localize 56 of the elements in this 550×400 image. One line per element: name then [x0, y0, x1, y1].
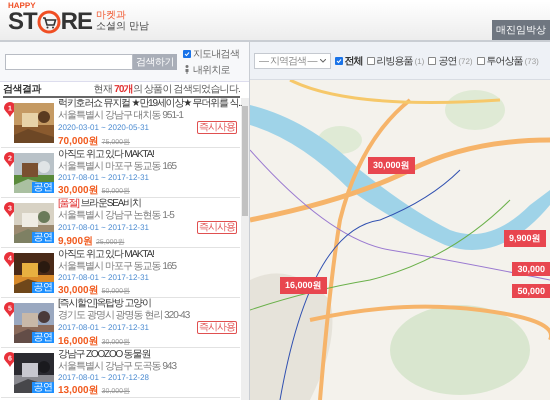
item-address: 서울특별시 강남구 대치동 951-1: [58, 110, 184, 120]
item-title[interactable]: 아직도 위고 있다 MAKTA!: [58, 248, 239, 260]
category-label[interactable]: 전체: [344, 54, 363, 68]
checkbox[interactable]: [476, 56, 485, 64]
scrollbar[interactable]: [241, 98, 249, 400]
price-marker[interactable]: 9,900원: [504, 230, 546, 247]
checkbox[interactable]: [183, 50, 191, 58]
item-address: 서울특별시 마포구 동교동 165: [58, 260, 178, 272]
item-dates: 2017-08-01 ~ 2017-12-31: [58, 222, 149, 232]
item-price: 70,000원: [58, 134, 99, 148]
item-price: 30,000원: [58, 184, 99, 196]
item-title[interactable]: 아직도 위고 있다 MAKTA!: [58, 148, 239, 160]
item-dates: 2017-08-01 ~ 2017-12-28: [58, 372, 149, 382]
caret-icon: [320, 58, 326, 62]
checkbox[interactable]: [428, 56, 436, 64]
search-field[interactable]: [5, 54, 133, 70]
checkbox[interactable]: [334, 56, 343, 64]
region-select[interactable]: — 지역검색 —: [254, 52, 331, 68]
results-summary: 현재 70개의 상품이 검색되었습니다.: [94, 83, 240, 96]
logo-text: RE: [60, 10, 92, 34]
option-label[interactable]: 내위치로: [193, 62, 230, 76]
category-label[interactable]: 공연 (72): [438, 54, 473, 68]
instant-use-tag: 즉시사용: [197, 120, 237, 134]
item-price: 13,000원: [58, 384, 99, 396]
item-title[interactable]: [품절]브라운SEA비치: [58, 198, 239, 210]
item-address: 서울특별시 강남구 도곡동 943: [58, 360, 178, 372]
option-label[interactable]: 지도내검색: [193, 46, 240, 60]
item-address: 서울특별시 마포구 동교동 165: [58, 160, 178, 172]
checkbox[interactable]: [366, 56, 375, 64]
logo-text: HAPPY: [8, 2, 37, 10]
instant-use-tag: 즉시사용: [197, 320, 237, 334]
logo-text: ST: [8, 10, 37, 34]
cart-icon: [36, 10, 61, 34]
slogan-text: 마켓과: [96, 10, 128, 21]
item-dates: 2017-08-01 ~ 2017-12-31: [58, 272, 149, 282]
price-marker[interactable]: 50,000: [512, 284, 550, 298]
item-title[interactable]: [즉시할인]옥탑방 고양이: [58, 298, 239, 310]
slogan-text: 소셜의 만남: [96, 21, 149, 32]
price-marker[interactable]: 30,000원: [368, 157, 415, 174]
item-dates: 2020-03-01 ~ 2020-05-31: [58, 122, 149, 132]
price-marker[interactable]: 16,000원: [280, 277, 327, 294]
price-marker[interactable]: 30,000: [512, 262, 550, 276]
item-dates: 2017-08-01 ~ 2017-12-31: [58, 322, 149, 332]
item-address: 서울특별시 강남구 논현동 1-5: [58, 210, 176, 220]
item-price: 16,000원: [58, 334, 99, 348]
item-address: 경기도 광명시 광명동 현리 320-43: [58, 310, 191, 320]
results-title: 검색결과: [3, 83, 41, 96]
category-label[interactable]: 리빙용품 (1): [376, 54, 424, 68]
instant-use-tag: 즉시사용: [197, 220, 237, 234]
item-price: 30,000원: [58, 284, 99, 296]
item-title[interactable]: 강남구 ZOOZOO 동물원: [58, 348, 239, 360]
item-price: 9,900원: [58, 234, 94, 248]
category-label[interactable]: 투어상품 (73): [486, 54, 539, 68]
item-dates: 2017-08-01 ~ 2017-12-31: [58, 172, 149, 182]
person-icon: [183, 65, 191, 74]
header-tab[interactable]: 매진임박상: [492, 20, 550, 40]
